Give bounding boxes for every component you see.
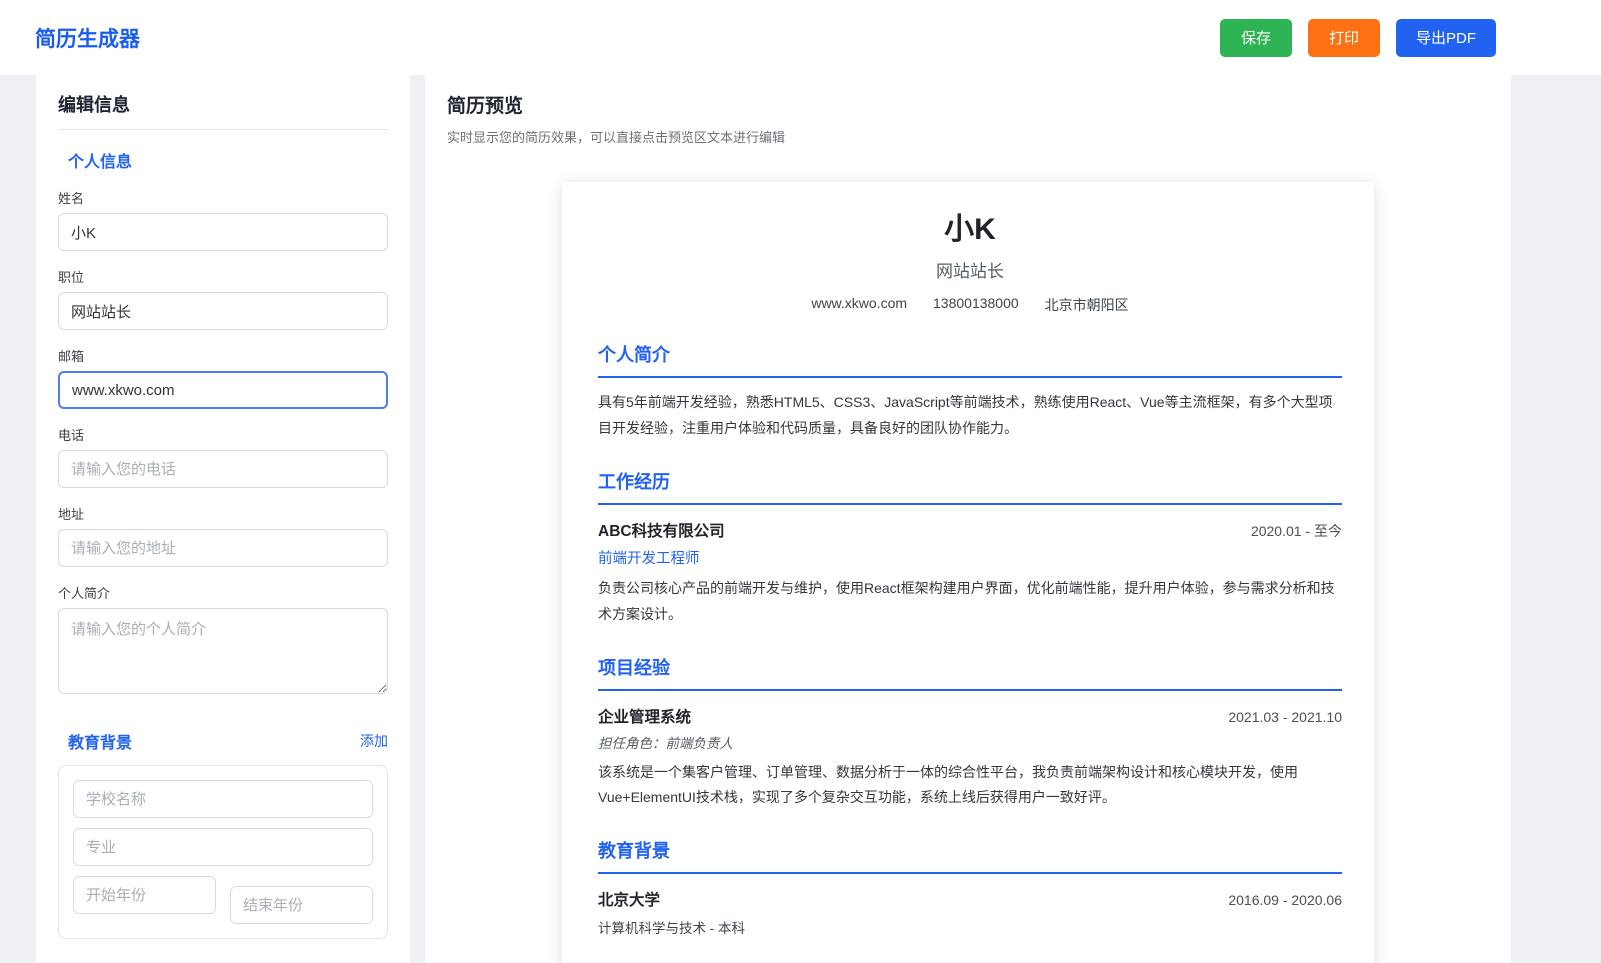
email-label: 邮箱 [58,349,85,364]
name-label: 姓名 [58,191,85,206]
education-section-head: 教育背景 添加 [58,729,388,753]
app-title: 简历生成器 [35,27,140,51]
position-field: 职位 [58,267,388,330]
end-year-input[interactable] [230,886,373,924]
email-field: 邮箱 [58,346,388,409]
work-section-heading: 工作经历 [598,468,1342,505]
project-entry-head: 企业管理系统 2021.03 - 2021.10 [598,705,1342,727]
resume-paper: 小K 网站站长 www.xkwo.com 13800138000 北京市朝阳区 … [562,182,1374,963]
education-section-title: 教育背景 [68,735,133,752]
project-role[interactable]: 担任角色：前端负责人 [598,732,1342,752]
position-input[interactable] [58,292,388,330]
personal-info-section-head: 个人信息 [58,148,388,172]
preview-subtitle: 实时显示您的简历效果，可以直接点击预览区文本进行编辑 [447,130,786,145]
project-period[interactable]: 2021.03 - 2021.10 [1228,709,1342,725]
personal-info-title: 个人信息 [68,154,133,171]
address-input[interactable] [58,529,388,567]
phone-field: 电话 [58,425,388,488]
resume-section-projects: 项目经验 企业管理系统 2021.03 - 2021.10 担任角色：前端负责人… [598,654,1342,812]
save-button[interactable]: 保存 [1219,18,1292,57]
summary-textarea[interactable] [58,608,388,694]
editor-title: 编辑信息 [58,95,130,115]
resume-job-title[interactable]: 网站站长 [598,257,1342,282]
projects-section-heading: 项目经验 [598,654,1342,691]
name-input[interactable] [58,213,388,251]
add-education-link[interactable]: 添加 [360,731,388,751]
resume-section-work: 工作经历 ABC科技有限公司 2020.01 - 至今 前端开发工程师 负责公司… [598,468,1342,628]
resume-contact-phone[interactable]: 13800138000 [933,295,1019,315]
editor-panel: 编辑信息 个人信息 姓名 职位 邮箱 电话 地址 个人简介 [36,75,410,963]
work-company[interactable]: ABC科技有限公司 [598,519,725,541]
summary-field: 个人简介 [58,583,388,699]
preview-panel: 简历预览 实时显示您的简历效果，可以直接点击预览区文本进行编辑 小K 网站站长 … [425,75,1511,963]
education-school[interactable]: 北京大学 [598,888,660,910]
summary-section-text[interactable]: 具有5年前端开发经验，熟悉HTML5、CSS3、JavaScript等前端技术，… [598,390,1342,442]
education-entry-head: 北京大学 2016.09 - 2020.06 [598,888,1342,910]
print-button[interactable]: 打印 [1307,18,1380,57]
school-name-input[interactable] [73,780,373,818]
education-period[interactable]: 2016.09 - 2020.06 [1228,892,1342,908]
export-pdf-button[interactable]: 导出PDF [1395,18,1496,57]
work-role[interactable]: 前端开发工程师 [598,547,1342,568]
resume-section-summary: 个人简介 具有5年前端开发经验，熟悉HTML5、CSS3、JavaScript等… [598,341,1342,442]
resume-contact-website[interactable]: www.xkwo.com [811,295,907,315]
major-input[interactable] [73,828,373,866]
phone-input[interactable] [58,450,388,488]
work-description[interactable]: 负责公司核心产品的前端开发与维护，使用React框架构建用户界面，优化前端性能，… [598,576,1342,628]
summary-label: 个人简介 [58,586,111,601]
resume-contact-location[interactable]: 北京市朝阳区 [1045,295,1129,315]
resume-section-education: 教育背景 北京大学 2016.09 - 2020.06 计算机科学与技术 - 本… [598,837,1342,937]
position-label: 职位 [58,270,85,285]
phone-label: 电话 [58,428,85,443]
resume-name[interactable]: 小K [598,204,1342,248]
work-entry-head: ABC科技有限公司 2020.01 - 至今 [598,519,1342,541]
work-period[interactable]: 2020.01 - 至今 [1251,521,1342,541]
topbar-actions: 保存 打印 导出PDF [1219,18,1496,57]
editor-divider [58,129,388,130]
education-entry-card [58,765,388,939]
education-section-heading: 教育背景 [598,837,1342,875]
address-field: 地址 [58,504,388,567]
education-years-row [73,876,373,924]
address-label: 地址 [58,507,85,522]
name-field: 姓名 [58,188,388,251]
top-bar: 简历生成器 保存 打印 导出PDF [0,0,1601,75]
project-name[interactable]: 企业管理系统 [598,705,691,727]
preview-title: 简历预览 [447,96,524,117]
education-degree[interactable]: 计算机科学与技术 - 本科 [598,917,1342,937]
start-year-input[interactable] [73,876,216,914]
main-layout: 编辑信息 个人信息 姓名 职位 邮箱 电话 地址 个人简介 [0,75,1601,963]
summary-section-heading: 个人简介 [598,341,1342,378]
project-description[interactable]: 该系统是一个集客户管理、订单管理、数据分析于一体的综合性平台，我负责前端架构设计… [598,760,1342,812]
email-input[interactable] [58,371,388,409]
resume-contact-row: www.xkwo.com 13800138000 北京市朝阳区 [598,295,1342,315]
